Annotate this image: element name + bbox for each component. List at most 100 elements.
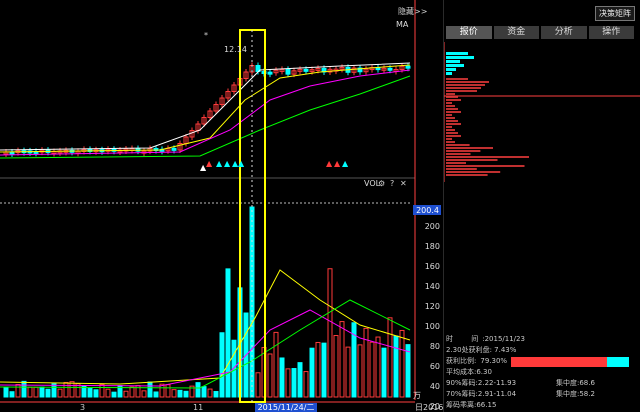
- tab-analysis[interactable]: 分析: [541, 26, 587, 39]
- volume-bar: [99, 383, 105, 398]
- chip90-row: 90%筹码:2.22-11.93 集中度:68.6: [446, 378, 595, 389]
- volume-bar: [129, 386, 135, 398]
- concentration-90: 集中度:68.6: [556, 379, 595, 387]
- chip-bar-loss: [446, 52, 468, 55]
- cursor-date-label: 2015/11/24/二: [258, 403, 315, 412]
- vol-tick-label: 120: [425, 302, 440, 311]
- volume-bar: [291, 368, 297, 398]
- ma-label: MA: [396, 20, 409, 29]
- volume-bar: [195, 382, 201, 398]
- chip-bar-profit: [446, 126, 452, 128]
- chip-bar-profit: [446, 144, 470, 146]
- loss-bar-fill: [607, 357, 629, 367]
- volume-bar: [171, 389, 177, 398]
- volume-bar: [183, 390, 189, 398]
- chip-bar-loss: [446, 68, 456, 71]
- volume-bar: [63, 381, 69, 398]
- signal-arrow-icon: ▲: [216, 159, 223, 168]
- volume-bar: [207, 388, 213, 398]
- chip-distribution-chart: 12963: [444, 42, 640, 182]
- volume-bar: [111, 391, 117, 398]
- volume-bar: [345, 346, 351, 398]
- volume-bar: [387, 317, 393, 398]
- signal-arrow-icon: ▲: [334, 159, 341, 168]
- volume-bar: [357, 344, 363, 398]
- chip-bar-profit: [446, 78, 468, 80]
- volume-bar: [327, 268, 333, 398]
- volume-bar: [3, 386, 9, 398]
- chip-bar-profit: [446, 129, 455, 131]
- volume-bar: [267, 353, 273, 398]
- chip-bar-profit: [446, 132, 458, 134]
- time-label: 时: [446, 335, 453, 343]
- vol-tick-label: 180: [425, 242, 440, 251]
- help-icon: ?: [390, 179, 394, 188]
- tab-quote[interactable]: 报价: [446, 26, 492, 39]
- close-icon: ✕: [400, 179, 407, 188]
- volume-bar: [165, 384, 171, 398]
- volume-bar: [9, 391, 15, 398]
- chip-bar-profit: [446, 171, 501, 173]
- tab-funds[interactable]: 资金: [493, 26, 539, 39]
- concentration-70: 集中度:58.2: [556, 390, 595, 398]
- volume-bar: [219, 332, 225, 398]
- volume-bar: [369, 341, 375, 398]
- vol-tick-label: 60: [430, 362, 440, 371]
- avg-cost-row: 平均成本:6.30: [446, 368, 492, 376]
- chip-bar-profit: [446, 156, 529, 158]
- kline-canvas[interactable]: *12.14MAVOL⚙? ✕20018016014012010080604020…: [0, 0, 443, 412]
- volume-bar: [225, 268, 231, 398]
- chip-bar-profit: [446, 153, 471, 155]
- vol-tick-label: 80: [430, 342, 440, 351]
- chip-bar-profit: [446, 123, 461, 125]
- profit-ratio-row: 获利比例: 79.30%: [446, 356, 511, 367]
- volume-bar: [393, 335, 399, 398]
- chip-bar-profit: [446, 138, 452, 140]
- kline-chart-area[interactable]: * 12.14 MA VOL ⚙? ✕ 200 180 160 140 120 100 80 60 40 20…: [0, 0, 443, 412]
- profit-bar-fill: [511, 357, 607, 367]
- volume-bar: [87, 388, 93, 398]
- chip-bar-loss: [446, 56, 474, 59]
- hide-panel-button[interactable]: 隐藏>>: [398, 6, 427, 17]
- candle: [303, 68, 309, 72]
- decision-matrix-button[interactable]: 决策矩阵: [595, 6, 635, 21]
- chip-bar-profit: [446, 84, 485, 86]
- volume-bar: [363, 327, 369, 398]
- volume-bar: [321, 342, 327, 398]
- candle: [405, 65, 411, 69]
- volume-bar: [141, 390, 147, 398]
- volume-bar: [285, 368, 291, 398]
- panel-tabs: 报价 资金 分析 操作: [446, 26, 636, 39]
- high-price-label: 12.14: [224, 45, 247, 54]
- volume-bar: [123, 390, 129, 398]
- volume-bar: [33, 386, 39, 398]
- candle: [171, 147, 177, 151]
- volume-bar: [213, 391, 219, 398]
- time-value: :2015/11/23: [482, 335, 525, 343]
- x-axis-label: 11: [193, 403, 203, 412]
- candle: [285, 68, 291, 75]
- chip-bar-profit: [446, 99, 461, 101]
- chip-bar-profit: [446, 108, 458, 110]
- chip-bar-loss: [446, 60, 460, 63]
- chip70-row: 70%筹码:2.91-11.04 集中度:58.2: [446, 389, 595, 400]
- chip-bar-profit: [446, 114, 452, 116]
- time-row: 时 间:2015/11/23: [446, 334, 529, 345]
- vol-ma-yellow: [0, 269, 411, 385]
- volume-bar: [105, 388, 111, 398]
- chip70-range: 70%筹码:2.91-11.04: [446, 390, 517, 398]
- chip-bar-profit: [446, 168, 477, 170]
- chip90-range: 90%筹码:2.22-11.93: [446, 379, 517, 387]
- tab-operate[interactable]: 操作: [588, 26, 634, 39]
- volume-bar: [339, 321, 345, 398]
- profit-label: 获利比例:: [446, 357, 477, 365]
- candle: [267, 71, 273, 75]
- chip-bar-profit: [446, 135, 461, 137]
- candle: [387, 67, 393, 71]
- chip-bar-profit: [446, 141, 455, 143]
- volume-bar: [21, 380, 27, 398]
- volume-bar: [45, 388, 51, 398]
- vol-unit-label: 万: [413, 391, 421, 400]
- right-panel: 决策矩阵 报价 资金 分析 操作 12963 时 间:2015/11/23 2.…: [443, 0, 640, 412]
- chip-bar-profit: [446, 165, 525, 167]
